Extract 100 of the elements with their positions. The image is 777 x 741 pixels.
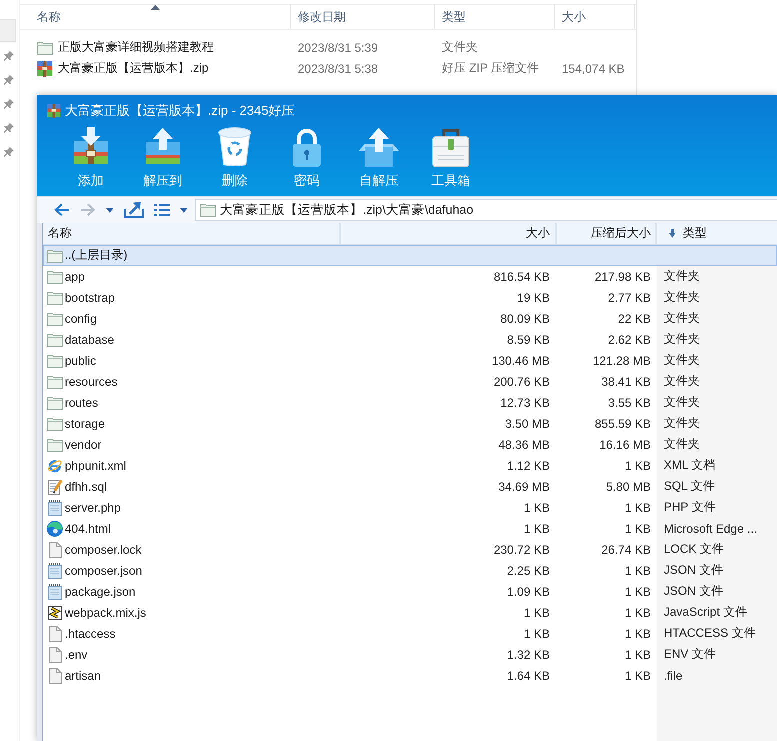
file-name: storage [65,416,106,430]
pin-icon[interactable] [4,51,14,61]
list-view-icon[interactable] [154,204,170,216]
packed-size: 1 KB [624,584,651,598]
file-row[interactable]: artisan 1.64 KB 1 KB .file [43,665,777,686]
file-type: JavaScript 文件 [664,604,748,621]
file-row[interactable]: .htaccess 1 KB 1 KB HTACCESS 文件 [43,623,777,644]
file-type: 文件夹 [664,310,700,327]
script-file-icon [47,604,63,620]
file-type: Microsoft Edge ... [664,522,758,536]
packed-size: 3.55 KB [608,396,651,410]
column-header[interactable]: 类型 [657,223,777,244]
file-size: 1.32 KB [507,648,550,662]
file-name: resources [65,374,118,388]
folder-icon [47,416,63,430]
file-type: 文件夹 [664,394,700,411]
folder-icon [200,203,216,217]
address-field[interactable]: 大富豪正版【运营版本】.zip\大富豪\dafuhao [195,199,777,221]
file-row[interactable]: bootstrap 19 KB 2.77 KB 文件夹 [43,287,777,308]
file-row[interactable]: server.php 1 KB 1 KB PHP 文件 [43,497,777,518]
file-type: 文件夹 [664,415,700,432]
packed-size: 2.62 KB [608,332,651,346]
file-row[interactable]: .env 1.32 KB 1 KB ENV 文件 [43,644,777,665]
file-row[interactable]: 正版大富豪详细视频搭建教程 2023/8/31 5:39 文件夹 [20,37,636,58]
sort-arrow-icon [669,229,676,238]
file-row[interactable]: app 816.54 KB 217.98 KB 文件夹 [43,266,777,287]
packed-size: 1 KB [624,564,651,578]
file-name: config [65,312,98,326]
packed-size: 1 KB [624,522,651,536]
file-name: vendor [65,438,102,452]
file-type: 文件夹 [664,373,700,390]
dropdown-caret-icon[interactable] [106,208,114,212]
packed-size: 2.77 KB [608,290,651,304]
toolbox-icon [432,127,470,167]
file-size: 8.59 KB [507,332,550,346]
file-row[interactable]: resources 200.76 KB 38.41 KB 文件夹 [43,371,777,392]
blank-file-icon [48,668,62,684]
modified-date: 2023/8/31 5:38 [298,62,378,76]
recycle-bin-icon [218,127,252,167]
file-size: 816.54 KB [494,270,550,284]
file-type: SQL 文件 [664,478,715,495]
packed-size: 217.98 KB [594,270,651,284]
file-row[interactable]: phpunit.xml 1.12 KB 1 KB XML 文档 [43,455,777,476]
file-row[interactable]: composer.lock 230.72 KB 26.74 KB LOCK 文件 [43,539,777,560]
file-size: 1.09 KB [507,584,550,598]
file-row[interactable]: ..(上层目录) [43,245,777,266]
packed-size: 5.80 MB [606,480,651,494]
packed-size: 1 KB [624,626,651,640]
column-header[interactable]: 类型 [435,5,555,29]
folder-icon [47,354,63,368]
file-row[interactable]: config 80.09 KB 22 KB 文件夹 [43,308,777,329]
window-title: 大富豪正版【运营版本】.zip - 2345好压 [65,102,295,120]
file-row[interactable]: database 8.59 KB 2.62 KB 文件夹 [43,329,777,350]
file-row[interactable]: 大富豪正版【运营版本】.zip 2023/8/31 5:38 好压 ZIP 压缩文件 154,074 KB [20,58,636,79]
file-row[interactable]: 404.html 1 KB 1 KB Microsoft Edge ... [43,518,777,539]
file-row[interactable]: routes 12.73 KB 3.55 KB 文件夹 [43,392,777,413]
archive-arrow-up-icon [143,127,183,167]
back-arrow-icon[interactable] [54,203,70,217]
file-size: 1 KB [524,522,550,536]
file-name: ..(上层目录) [65,247,128,264]
file-type: XML 文档 [664,457,716,474]
column-header[interactable]: 修改日期 [291,5,435,29]
file-name: bootstrap [65,290,116,304]
dropdown-caret-icon[interactable] [180,208,188,212]
file-type: 文件夹 [664,352,700,369]
file-size: 230.72 KB [494,542,550,556]
file-row[interactable]: package.json 1.09 KB 1 KB JSON 文件 [43,581,777,602]
notepad-icon [47,584,63,600]
pin-icon[interactable] [4,123,14,133]
file-row[interactable]: public 130.46 MB 121.28 MB 文件夹 [43,350,777,371]
file-row[interactable]: vendor 48.36 MB 16.16 MB 文件夹 [43,434,777,455]
open-box-arrow-icon [359,127,399,167]
packed-size: 855.59 KB [594,416,651,430]
file-name: database [65,332,114,346]
folder-icon [47,290,63,304]
file-row[interactable]: dfhh.sql 34.69 MB 5.80 MB SQL 文件 [43,476,777,497]
pin-icon[interactable] [4,99,14,109]
packed-size: 1 KB [624,500,651,514]
blank-file-icon [48,626,62,642]
file-name: webpack.mix.js [65,606,146,620]
file-name: dfhh.sql [65,480,108,494]
file-type: 好压 ZIP 压缩文件 [442,61,540,75]
pin-icon[interactable] [4,147,14,157]
file-row[interactable]: webpack.mix.js 1 KB 1 KB JavaScript 文件 [43,602,777,623]
pin-icon[interactable] [4,75,14,85]
packed-size: 16.16 MB [600,438,651,452]
column-header[interactable]: 大小 [555,5,635,29]
file-name: 404.html [65,522,112,536]
file-type: ENV 文件 [664,646,716,663]
file-row[interactable]: composer.json 2.25 KB 1 KB JSON 文件 [43,560,777,581]
file-row[interactable]: storage 3.50 MB 855.59 KB 文件夹 [43,413,777,434]
folder-icon [47,312,63,326]
packed-size: 121.28 MB [592,354,651,368]
column-header[interactable]: 名称 [20,5,291,29]
file-type: 文件夹 [442,40,478,54]
file-name: routes [65,396,98,410]
file-size: 154,074 KB [562,62,625,76]
folder-up-icon[interactable] [124,202,144,218]
modified-date: 2023/8/31 5:39 [298,40,378,54]
padlock-icon [290,127,324,167]
